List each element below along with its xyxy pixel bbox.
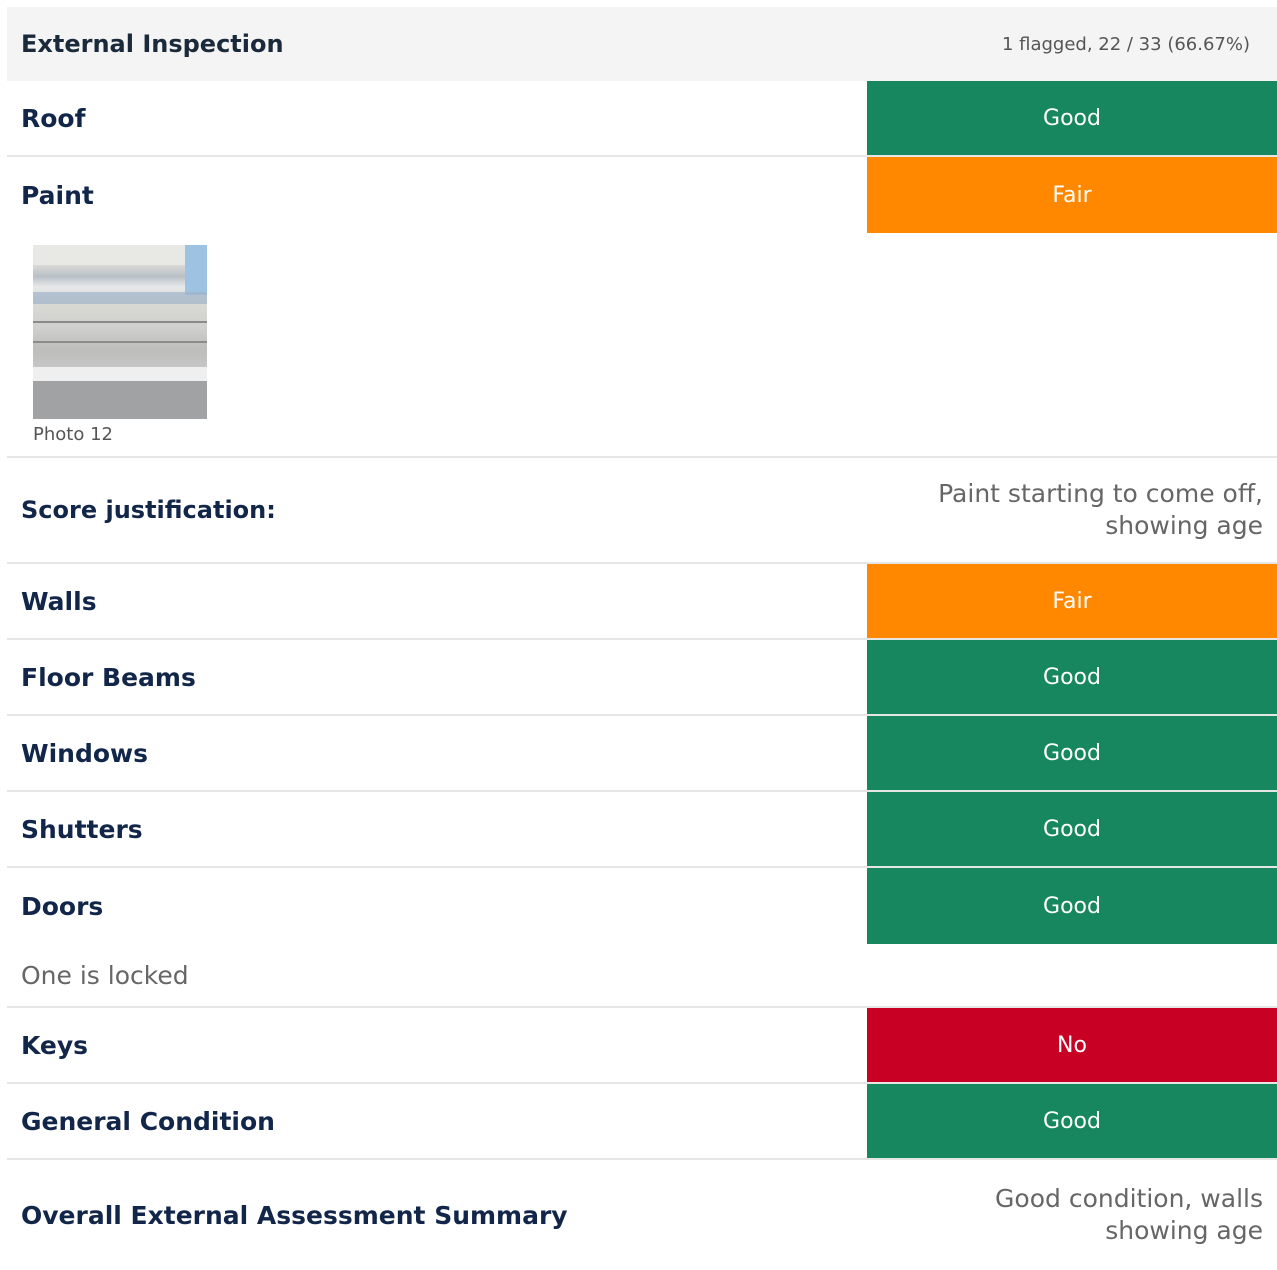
summary-label: Overall External Assessment Summary [21, 1200, 568, 1230]
doors-note: One is locked [7, 944, 1277, 1008]
paint-photo-thumbnail[interactable] [33, 245, 207, 419]
item-row-doors: Doors Good [7, 868, 1277, 944]
status-badge[interactable]: Good [867, 716, 1277, 790]
item-label: Doors [21, 891, 104, 921]
status-badge[interactable]: Fair [867, 564, 1277, 638]
section-stats: 1 flagged, 22 / 33 (66.67%) [1001, 33, 1250, 55]
item-label: Roof [21, 103, 86, 133]
status-badge[interactable]: No [867, 1008, 1277, 1082]
score-justification-text: Paint starting to come off, showing age [938, 479, 1263, 540]
status-badge[interactable]: Good [867, 1084, 1277, 1158]
photo-attachment: Photo 12 [7, 233, 1277, 458]
summary-row: Overall External Assessment Summary Good… [7, 1160, 1277, 1270]
item-row-paint: Paint Fair [7, 157, 1277, 233]
item-label: Windows [21, 738, 148, 768]
status-badge[interactable]: Good [867, 640, 1277, 714]
item-row-general-condition: General Condition Good [7, 1084, 1277, 1160]
item-row-windows: Windows Good [7, 716, 1277, 792]
item-label: Walls [21, 586, 97, 616]
item-label: General Condition [21, 1106, 275, 1136]
item-row-floor-beams: Floor Beams Good [7, 640, 1277, 716]
score-justification-row: Score justification: Paint starting to c… [7, 458, 1277, 564]
item-label: Keys [21, 1030, 89, 1060]
status-badge[interactable]: Good [867, 81, 1277, 155]
inspection-section: External Inspection 1 flagged, 22 / 33 (… [7, 7, 1277, 1270]
score-justification-label: Score justification: [21, 496, 276, 524]
item-label: Shutters [21, 814, 143, 844]
item-row-roof: Roof Good [7, 81, 1277, 157]
summary-text: Good condition, walls showing age [995, 1184, 1263, 1245]
status-badge[interactable]: Fair [867, 157, 1277, 233]
item-row-shutters: Shutters Good [7, 792, 1277, 868]
item-label: Floor Beams [21, 662, 196, 692]
photo-caption: Photo 12 [33, 424, 113, 445]
status-badge[interactable]: Good [867, 868, 1277, 944]
section-title: External Inspection [21, 30, 284, 58]
item-row-keys: Keys No [7, 1008, 1277, 1084]
item-row-walls: Walls Fair [7, 564, 1277, 640]
status-badge[interactable]: Good [867, 792, 1277, 866]
section-header[interactable]: External Inspection 1 flagged, 22 / 33 (… [7, 7, 1277, 81]
item-label: Paint [21, 180, 94, 210]
